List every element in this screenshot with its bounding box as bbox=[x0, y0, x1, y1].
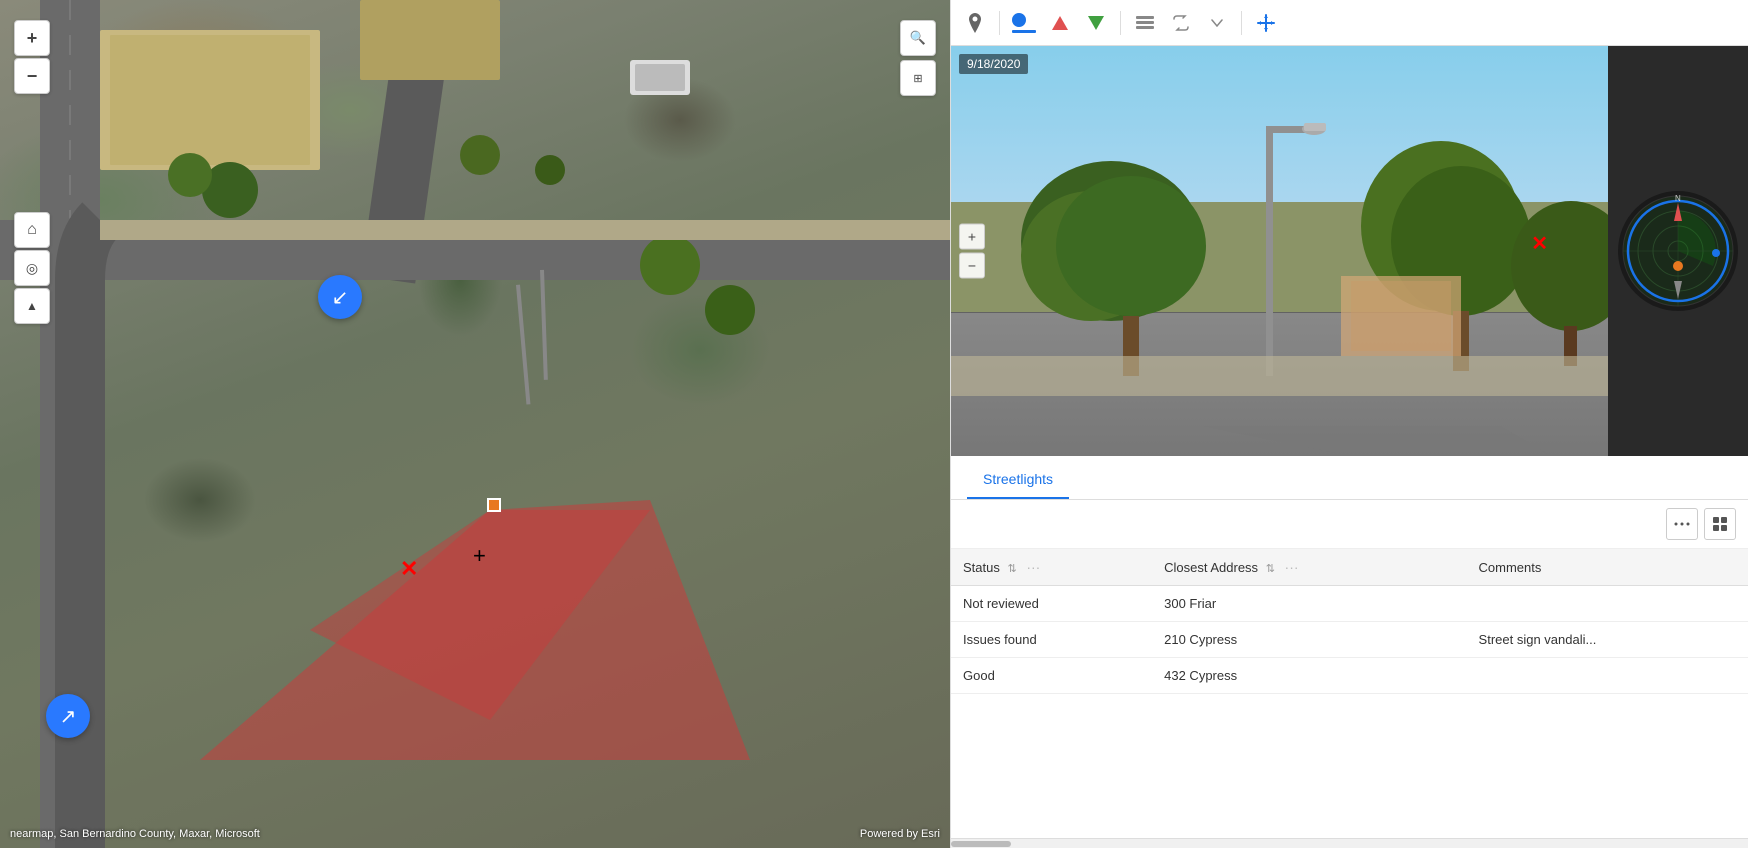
row-1-comments bbox=[1467, 586, 1748, 622]
orange-marker[interactable] bbox=[487, 498, 501, 512]
street-view-image: 9/18/2020 ✕ bbox=[951, 46, 1608, 456]
status-sort-icon[interactable]: ⇅ bbox=[1007, 563, 1016, 575]
triangle-green-icon[interactable] bbox=[1082, 9, 1110, 37]
status-more-icon[interactable]: ··· bbox=[1026, 559, 1040, 575]
row-2-address: 210 Cypress bbox=[1152, 622, 1466, 658]
row-2-status: Issues found bbox=[951, 622, 1152, 658]
svg-text:N: N bbox=[1675, 194, 1681, 203]
crosshair: + bbox=[473, 545, 486, 567]
table-toolbar bbox=[951, 500, 1748, 549]
right-panel: + − bbox=[950, 0, 1748, 848]
chevron-down-icon[interactable] bbox=[1203, 9, 1231, 37]
compass-button[interactable]: ▲ bbox=[14, 288, 50, 324]
row-1-address: 300 Friar bbox=[1152, 586, 1466, 622]
sv-zoom-out[interactable]: − bbox=[959, 253, 985, 279]
sv-zoom-controls: + − bbox=[959, 224, 985, 279]
search-button[interactable]: 🔍 bbox=[900, 20, 936, 56]
map-attribution-right: Powered by Esri bbox=[860, 828, 940, 840]
map-attribution-left: nearmap, San Bernardino County, Maxar, M… bbox=[10, 828, 260, 840]
zoom-out-button[interactable]: − bbox=[14, 58, 50, 94]
data-table: Status ⇅ ··· Closest Address ⇅ ··· Comme… bbox=[951, 549, 1748, 694]
zoom-in-button[interactable]: + bbox=[14, 20, 50, 56]
sv-compass: N bbox=[1608, 46, 1748, 456]
pin-icon[interactable] bbox=[961, 9, 989, 37]
toolbar bbox=[951, 0, 1748, 46]
table-area: Status ⇅ ··· Closest Address ⇅ ··· Comme… bbox=[951, 500, 1748, 848]
map-overlay bbox=[0, 0, 950, 848]
address-more-icon[interactable]: ··· bbox=[1285, 559, 1299, 575]
tab-area: Streetlights bbox=[951, 456, 1748, 500]
map-controls-mid: ⌂ ◎ ▲ bbox=[14, 160, 50, 324]
map-controls-right: 🔍 ⊞ bbox=[900, 20, 936, 96]
row-3-status: Good bbox=[951, 658, 1152, 694]
locate-button[interactable]: ◎ bbox=[14, 250, 50, 286]
table-header-row: Status ⇅ ··· Closest Address ⇅ ··· Comme… bbox=[951, 549, 1748, 586]
triangle-red-icon[interactable] bbox=[1046, 9, 1074, 37]
circle-blue-icon[interactable] bbox=[1010, 9, 1038, 37]
qr-button[interactable]: ⊞ bbox=[900, 60, 936, 96]
table-row[interactable]: Not reviewed 300 Friar bbox=[951, 586, 1748, 622]
row-1-status: Not reviewed bbox=[951, 586, 1152, 622]
tab-streetlights[interactable]: Streetlights bbox=[967, 461, 1069, 499]
sv-red-x: ✕ bbox=[1531, 231, 1548, 256]
row-3-comments bbox=[1467, 658, 1748, 694]
table-row[interactable]: Issues found 210 Cypress Street sign van… bbox=[951, 622, 1748, 658]
row-3-address: 432 Cypress bbox=[1152, 658, 1466, 694]
layers-icon[interactable] bbox=[1131, 9, 1159, 37]
sv-scene bbox=[951, 46, 1608, 456]
move-icon[interactable] bbox=[1252, 9, 1280, 37]
table-more-button[interactable] bbox=[1666, 508, 1698, 540]
sv-zoom-in[interactable]: + bbox=[959, 224, 985, 250]
street-view: + − bbox=[951, 46, 1748, 456]
toolbar-sep-3 bbox=[1241, 11, 1242, 35]
red-x-map: ✕ bbox=[400, 558, 418, 580]
nav-arrow-center[interactable]: ↙ bbox=[318, 275, 362, 319]
home-button[interactable]: ⌂ bbox=[14, 212, 50, 248]
row-2-comments: Street sign vandali... bbox=[1467, 622, 1748, 658]
map-controls-left: + − bbox=[14, 20, 50, 94]
arrows-icon[interactable] bbox=[1167, 9, 1195, 37]
nav-arrow-lower-left[interactable]: ↗ bbox=[46, 694, 90, 738]
address-sort-icon[interactable]: ⇅ bbox=[1266, 563, 1275, 575]
col-address: Closest Address ⇅ ··· bbox=[1152, 549, 1466, 586]
map-panel: ↗ ↙ ✕ + + − ⌂ ◎ ▲ 🔍 ⊞ nearmap, San Berna… bbox=[0, 0, 950, 848]
table-grid-button[interactable] bbox=[1704, 508, 1736, 540]
table-scrollbar[interactable] bbox=[951, 838, 1748, 848]
table-row[interactable]: Good 432 Cypress bbox=[951, 658, 1748, 694]
col-comments: Comments bbox=[1467, 549, 1748, 586]
table-scroll-thumb[interactable] bbox=[951, 841, 1011, 847]
col-status: Status ⇅ ··· bbox=[951, 549, 1152, 586]
toolbar-sep-1 bbox=[999, 11, 1000, 35]
toolbar-sep-2 bbox=[1120, 11, 1121, 35]
compass-outer: N bbox=[1618, 191, 1738, 311]
